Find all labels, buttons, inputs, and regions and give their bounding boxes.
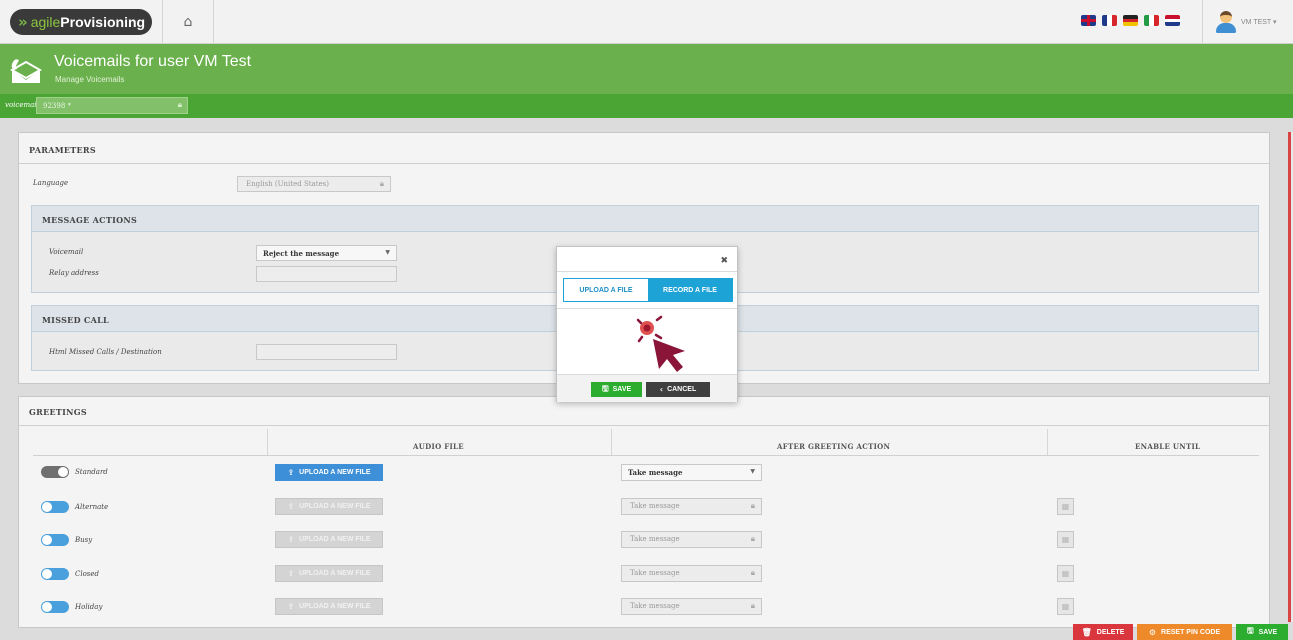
alternate-greeting-toggle[interactable] [41, 501, 69, 513]
avatar [1215, 11, 1237, 33]
greeting-row-label: Closed [75, 570, 100, 578]
audio-file-header: AUDIO FILE [413, 442, 464, 451]
holiday-upload-button: ⇪ UPLOAD A NEW FILE [275, 598, 383, 615]
save-button[interactable]: 🖫 SAVE [1236, 624, 1288, 640]
after-greeting-header: AFTER GREETING ACTION [777, 442, 891, 451]
save-icon: 🖫 [601, 383, 609, 393]
language-flags [1081, 15, 1180, 26]
dutch-flag-icon[interactable] [1165, 15, 1180, 26]
greeting-file-modal: ✖ UPLOAD A FILE RECORD A FILE 🖫 SAVE ‹ CAN… [556, 246, 738, 402]
user-name: VM TEST ▾ [1241, 19, 1277, 26]
lock-icon: 🔒︎ [177, 100, 182, 109]
parameters-title: PARAMETERS [29, 145, 96, 155]
italian-flag-icon[interactable] [1144, 15, 1159, 26]
upload-icon: ⇪ [287, 502, 295, 511]
closed-upload-button: ⇪ UPLOAD A NEW FILE [275, 565, 383, 582]
voicemail-number: 92398 * [43, 102, 71, 110]
home-icon: ⌂ [183, 14, 193, 30]
close-icon[interactable]: ✖ [720, 256, 728, 266]
greetings-panel: GREETINGS AUDIO FILE AFTER GREETING ACTI… [18, 396, 1270, 628]
gear-icon: ⚙ [1148, 627, 1157, 637]
lock-icon: 🔒︎ [750, 601, 755, 610]
reset-pin-button[interactable]: ⚙ RESET PIN CODE [1137, 624, 1232, 640]
greetings-title: GREETINGS [29, 407, 87, 417]
logo-text-light: agile [30, 14, 61, 30]
caret-down-icon: ▼ [750, 468, 755, 475]
closed-greeting-toggle[interactable] [41, 568, 69, 580]
missed-call-label: Html Missed Calls / Destination [49, 348, 162, 356]
voicemail-selector-bar: voicemail 92398 * 🔒︎ [0, 94, 1293, 118]
holiday-calendar-icon: ▦ [1057, 598, 1074, 615]
trash-icon: 🗑︎ [1081, 627, 1092, 637]
lock-icon: 🔒︎ [750, 568, 755, 577]
logo-arrows-icon: » [18, 13, 28, 31]
holiday-greeting-toggle[interactable] [41, 601, 69, 613]
user-menu[interactable]: VM TEST ▾ [1202, 0, 1293, 44]
logo-text-bold: Provisioning [60, 14, 146, 30]
upload-icon: ⇪ [287, 535, 295, 544]
page-title: Voicemails for user VM Test [54, 53, 252, 70]
scrollbar-thumb[interactable] [1288, 132, 1291, 622]
holiday-after-action-field: Take message 🔒︎ [621, 598, 762, 615]
relay-address-label: Relay address [49, 269, 99, 277]
alternate-after-action-field: Take message 🔒︎ [621, 498, 762, 515]
voicemail-number-field[interactable]: 92398 * 🔒︎ [36, 97, 188, 114]
language-value: English (United States) [246, 180, 330, 188]
save-icon: 🖫 [1246, 626, 1254, 635]
busy-calendar-icon: ▦ [1057, 531, 1074, 548]
language-field: English (United States) 🔒︎ [237, 176, 391, 192]
greeting-row-label: Alternate [75, 503, 109, 511]
upload-icon: ⇪ [287, 602, 295, 611]
standard-after-action-select[interactable]: Take message ▼ [621, 464, 762, 481]
missed-call-title: MISSED CALL [42, 315, 109, 325]
alternate-calendar-icon: ▦ [1057, 498, 1074, 515]
page-subtitle: Manage Voicemails [55, 75, 125, 84]
tab-upload-file[interactable]: UPLOAD A FILE [564, 279, 648, 301]
greeting-row-label: Holiday [75, 603, 103, 611]
relay-address-input[interactable] [256, 266, 397, 282]
message-actions-title: MESSAGE ACTIONS [42, 215, 138, 225]
voicemail-envelope-icon [9, 59, 43, 83]
busy-after-action-field: Take message 🔒︎ [621, 531, 762, 548]
modal-footer: 🖫 SAVE ‹ CANCEL [557, 374, 737, 402]
page-header: Voicemails for user VM Test Manage Voice… [0, 44, 1293, 94]
busy-upload-button: ⇪ UPLOAD A NEW FILE [275, 531, 383, 548]
voicemail-action-select[interactable]: Reject the message ▼ [256, 245, 397, 261]
tab-record-file[interactable]: RECORD A FILE [648, 279, 732, 301]
top-bar: » agile Provisioning ⌂ VM TEST ▾ [0, 0, 1293, 44]
chevron-left-icon: ‹ [659, 385, 664, 394]
enable-until-header: ENABLE UNTIL [1135, 442, 1201, 451]
greeting-row-label: Busy [75, 536, 93, 544]
voicemail-action-label: Voicemail [49, 248, 84, 256]
uk-flag-icon[interactable] [1081, 15, 1096, 26]
closed-calendar-icon: ▦ [1057, 565, 1074, 582]
modal-save-button[interactable]: 🖫 SAVE [591, 382, 642, 397]
lock-icon: 🔒︎ [750, 534, 755, 543]
busy-greeting-toggle[interactable] [41, 534, 69, 546]
standard-upload-button[interactable]: ⇪ UPLOAD A NEW FILE [275, 464, 383, 481]
voicemail-label: voicemail [5, 101, 39, 109]
home-button[interactable]: ⌂ [162, 0, 214, 44]
closed-after-action-field: Take message 🔒︎ [621, 565, 762, 582]
standard-greeting-toggle[interactable] [41, 466, 69, 478]
upload-icon: ⇪ [287, 569, 295, 578]
caret-down-icon: ▼ [385, 249, 390, 256]
alternate-upload-button: ⇪ UPLOAD A NEW FILE [275, 498, 383, 515]
click-cursor-icon [636, 315, 685, 372]
missed-call-destination-input[interactable] [256, 344, 397, 360]
greeting-row-label: Standard [75, 468, 108, 476]
lock-icon: 🔒︎ [750, 501, 755, 510]
lock-icon: 🔒︎ [379, 179, 384, 188]
modal-cancel-button[interactable]: ‹ CANCEL [646, 382, 710, 397]
german-flag-icon[interactable] [1123, 15, 1138, 26]
voicemail-action-value: Reject the message [263, 249, 340, 258]
delete-button[interactable]: 🗑︎ DELETE [1073, 624, 1133, 640]
app-logo[interactable]: » agile Provisioning [10, 9, 152, 35]
french-flag-icon[interactable] [1102, 15, 1117, 26]
language-label: Language [33, 179, 69, 187]
file-source-tabs: UPLOAD A FILE RECORD A FILE [563, 278, 733, 302]
upload-icon: ⇪ [287, 468, 295, 477]
